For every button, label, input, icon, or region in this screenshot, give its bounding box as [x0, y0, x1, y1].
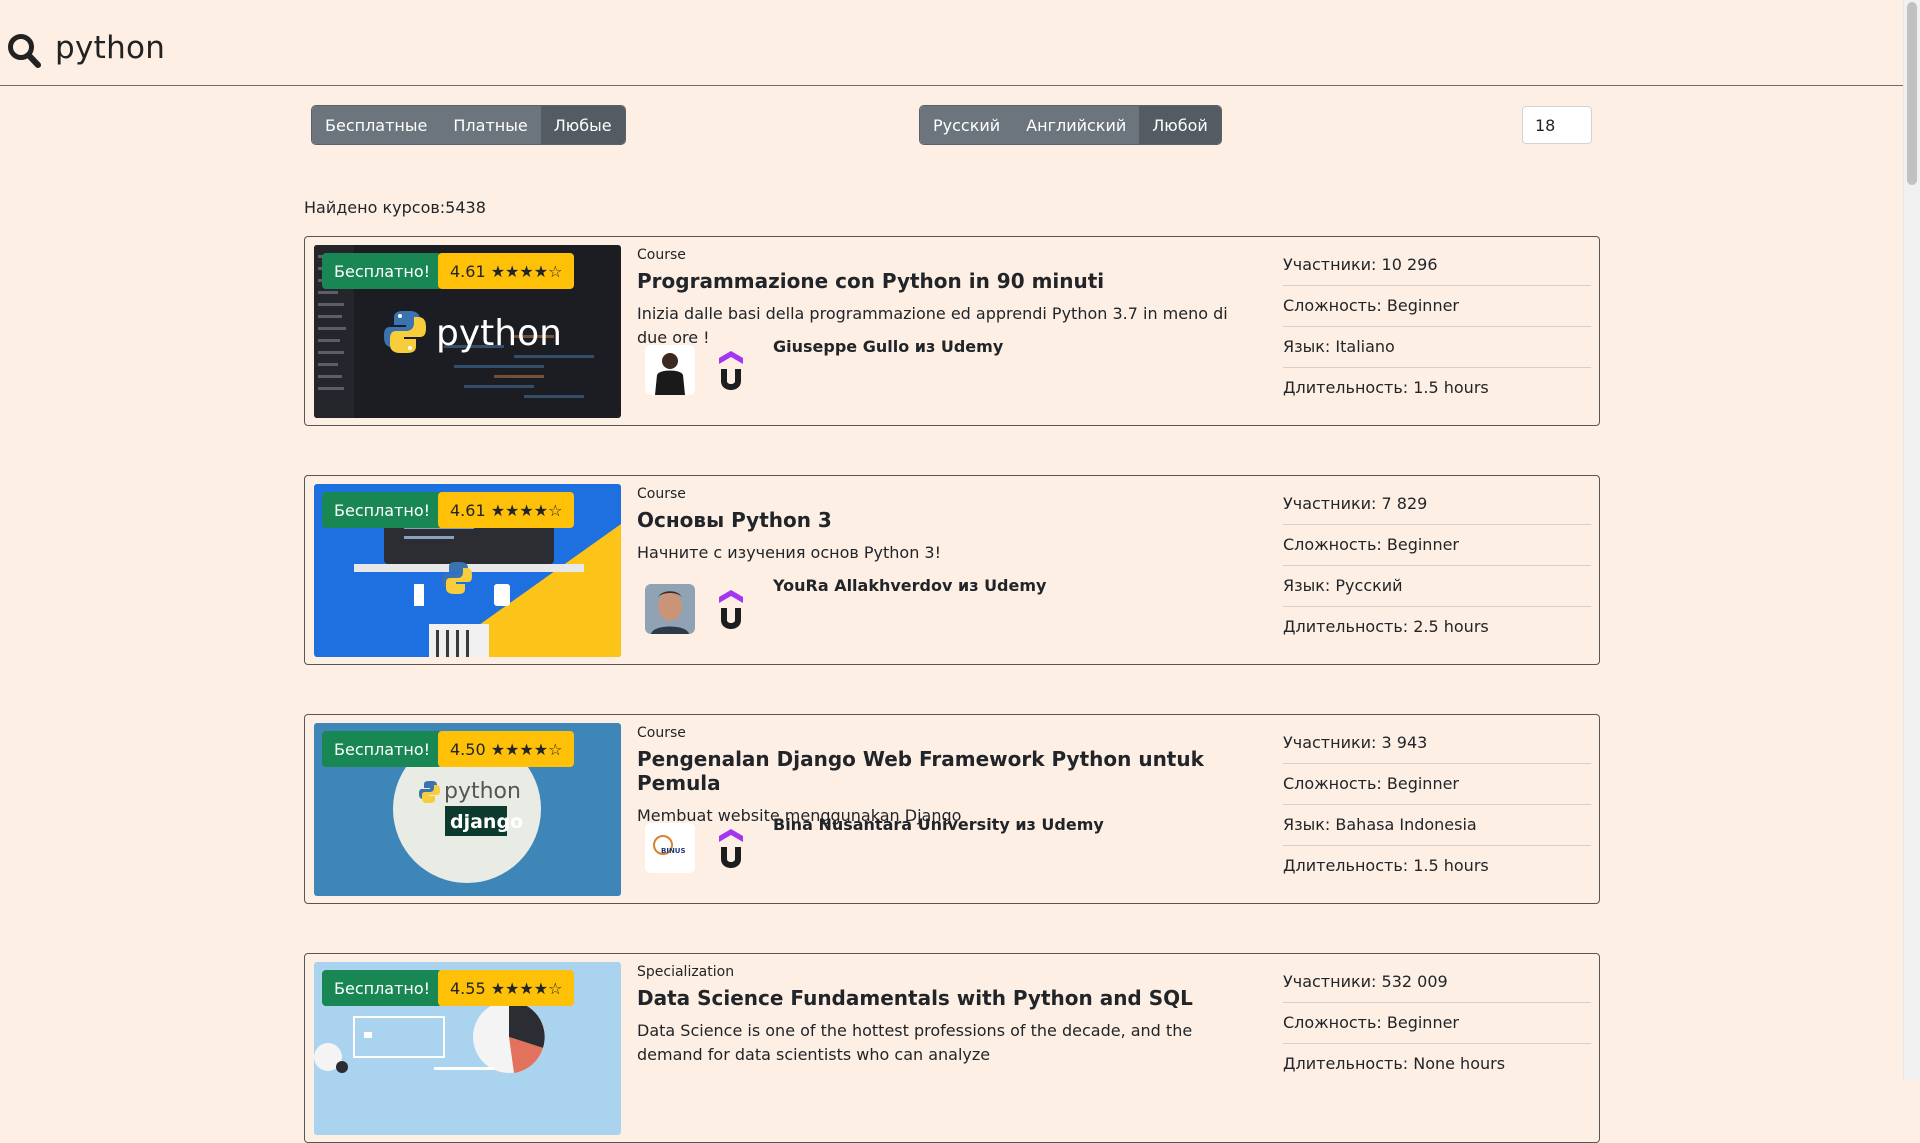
course-thumbnail: python django Бесплатно! 4.50 ★★★★☆: [314, 723, 621, 896]
participants: Участники: 532 009: [1283, 962, 1591, 1003]
course-title[interactable]: Data Science Fundamentals with Python an…: [637, 986, 1257, 1010]
course-stats: Участники: 10 296 Сложность: Beginner Яз…: [1283, 245, 1591, 408]
rating-badge: 4.61 ★★★★☆: [438, 253, 575, 289]
search-bar: python: [0, 0, 1904, 86]
filter-any-language-button[interactable]: Любой: [1139, 106, 1221, 144]
scrollbar[interactable]: [1903, 0, 1920, 1080]
course-card[interactable]: python django Бесплатно! 4.50 ★★★★☆ Cour…: [304, 714, 1600, 904]
free-badge: Бесплатно!: [322, 492, 443, 528]
rating-badge: 4.55 ★★★★☆: [438, 970, 575, 1006]
duration: Длительность: None hours: [1283, 1054, 1506, 1073]
search-icon[interactable]: [7, 33, 41, 69]
course-title[interactable]: Основы Python 3: [637, 508, 1257, 532]
udemy-icon: [719, 590, 743, 629]
found-count: Найдено курсов:5438: [304, 198, 486, 217]
filter-russian-button[interactable]: Русский: [920, 106, 1014, 144]
price-filter: Бесплатные Платные Любые: [311, 105, 626, 145]
course-card[interactable]: Бесплатно! 4.61 ★★★★☆ Course Основы Pyth…: [304, 475, 1600, 665]
rating-badge: 4.50 ★★★★☆: [438, 731, 575, 767]
course-card[interactable]: Бесплатно! 4.55 ★★★★☆ Specialization Dat…: [304, 953, 1600, 1143]
scrollbar-thumb[interactable]: [1907, 2, 1917, 185]
participants: Участники: 3 943: [1283, 723, 1591, 764]
filter-paid-button[interactable]: Платные: [440, 106, 541, 144]
course-stats: Участники: 532 009 Сложность: Beginner Д…: [1283, 962, 1591, 1084]
course-card[interactable]: python Бесплатно! 4.61 ★★★★☆ Course Prog…: [304, 236, 1600, 426]
filter-free-button[interactable]: Бесплатные: [312, 106, 441, 144]
per-page-input[interactable]: [1522, 106, 1592, 144]
free-badge: Бесплатно!: [322, 731, 443, 767]
course-description: Data Science is one of the hottest profe…: [637, 1021, 1193, 1064]
duration: Длительность: 1.5 hours: [1283, 378, 1489, 397]
language: Язык: Bahasa Indonesia: [1283, 805, 1591, 846]
difficulty: Сложность: Beginner: [1283, 286, 1591, 327]
course-thumbnail: python Бесплатно! 4.61 ★★★★☆: [314, 245, 621, 418]
course-title[interactable]: Programmazione con Python in 90 minuti: [637, 269, 1257, 293]
duration: Длительность: 2.5 hours: [1283, 617, 1489, 636]
course-thumbnail: Бесплатно! 4.55 ★★★★☆: [314, 962, 621, 1135]
course-type: Course: [637, 725, 686, 741]
udemy-icon: [719, 351, 743, 390]
difficulty: Сложность: Beginner: [1283, 764, 1591, 805]
course-stats: Участники: 3 943 Сложность: Beginner Язы…: [1283, 723, 1591, 886]
author-row: Giuseppe Gullo из Udemy: [637, 337, 1257, 401]
author-name[interactable]: Giuseppe Gullo из Udemy: [773, 337, 1003, 356]
language: Язык: Русский: [1283, 566, 1591, 607]
course-stats: Участники: 7 829 Сложность: Beginner Язы…: [1283, 484, 1591, 647]
language: Язык: Italiano: [1283, 327, 1591, 368]
duration: Длительность: 1.5 hours: [1283, 856, 1489, 875]
course-thumbnail: Бесплатно! 4.61 ★★★★☆: [314, 484, 621, 657]
free-badge: Бесплатно!: [322, 253, 443, 289]
django-logo-text: django: [450, 811, 523, 833]
language-filter: Русский Английский Любой: [919, 105, 1222, 145]
avatar: [645, 584, 695, 634]
author-row: YouRa Allakhverdov из Udemy: [637, 576, 1257, 640]
author-name[interactable]: YouRa Allakhverdov из Udemy: [773, 576, 1046, 595]
udemy-icon: [719, 829, 743, 868]
filter-english-button[interactable]: Английский: [1013, 106, 1140, 144]
avatar: BINUS: [645, 823, 695, 873]
search-input[interactable]: python: [55, 30, 165, 66]
author-name[interactable]: Bina Nusantara University из Udemy: [773, 815, 1104, 834]
rating-badge: 4.61 ★★★★☆: [438, 492, 575, 528]
course-description: Начните с изучения основ Python 3!: [637, 543, 942, 562]
python-logo-text: python: [436, 313, 562, 354]
course-type: Specialization: [637, 964, 735, 980]
participants: Участники: 10 296: [1283, 245, 1591, 286]
participants: Участники: 7 829: [1283, 484, 1591, 525]
free-badge: Бесплатно!: [322, 970, 443, 1006]
course-type: Course: [637, 486, 686, 502]
avatar: [645, 345, 695, 395]
course-type: Course: [637, 247, 686, 263]
author-row: BINUS Bina Nusantara University из Udemy: [637, 815, 1257, 879]
difficulty: Сложность: Beginner: [1283, 1003, 1591, 1044]
python-logo-text: python: [444, 779, 521, 804]
filter-any-price-button[interactable]: Любые: [540, 106, 625, 144]
course-title[interactable]: Pengenalan Django Web Framework Python u…: [637, 747, 1257, 795]
difficulty: Сложность: Beginner: [1283, 525, 1591, 566]
binus-logo-text: BINUS: [661, 847, 686, 855]
